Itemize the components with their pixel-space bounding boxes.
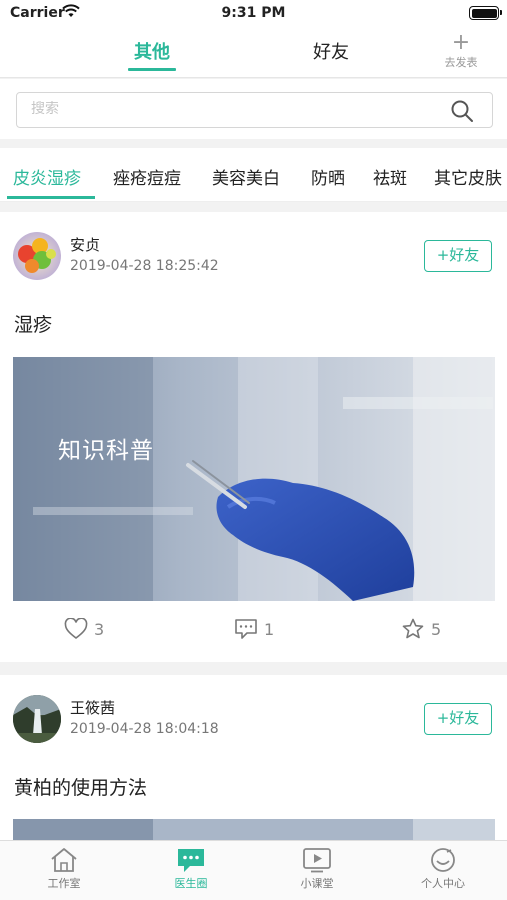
comment-icon bbox=[235, 619, 257, 639]
category-active-indicator bbox=[7, 196, 95, 199]
tab-active-indicator bbox=[128, 68, 176, 71]
add-friend-button[interactable]: +好友 bbox=[424, 703, 492, 735]
search-input[interactable] bbox=[31, 101, 431, 117]
post-card[interactable]: 王筱茜 2019-04-28 18:04:18 +好友 黄柏的使用方法 bbox=[0, 675, 507, 849]
tab-studio[interactable]: 工作室 bbox=[14, 847, 114, 891]
star-icon bbox=[402, 618, 424, 639]
category-dermatitis[interactable]: 皮炎湿疹 bbox=[13, 164, 81, 189]
post-card[interactable]: 安贞 2019-04-28 18:25:42 +好友 湿疹 知识科普 3 1 5 bbox=[0, 212, 507, 662]
search-bar bbox=[0, 79, 507, 139]
comment-button[interactable]: 1 bbox=[234, 618, 274, 640]
tab-friends-label: 好友 bbox=[313, 42, 349, 63]
post-button[interactable]: + 去发表 bbox=[439, 30, 483, 70]
avatar[interactable] bbox=[13, 695, 61, 743]
tab-doctor-circle-label: 医生圈 bbox=[174, 877, 208, 890]
bottom-tab-bar: 工作室 医生圈 小课堂 个人中心 bbox=[0, 840, 507, 900]
add-friend-button[interactable]: +好友 bbox=[424, 240, 492, 272]
avatar[interactable] bbox=[13, 232, 61, 280]
post-cover-image[interactable]: 知识科普 bbox=[13, 357, 495, 601]
category-freckle[interactable]: 祛斑 bbox=[373, 164, 407, 189]
post-button-label: 去发表 bbox=[444, 56, 478, 69]
search-box bbox=[16, 92, 493, 128]
tab-profile-label: 个人中心 bbox=[421, 877, 465, 890]
category-tabs: 皮炎湿疹 痤疮痘痘 美容美白 防晒 祛斑 其它皮肤 bbox=[0, 148, 507, 202]
post-time: 2019-04-28 18:25:42 bbox=[70, 258, 219, 274]
comment-count: 1 bbox=[264, 619, 275, 639]
tab-other-label: 其他 bbox=[134, 42, 170, 63]
clock: 9:31 PM bbox=[221, 5, 286, 21]
like-button[interactable]: 3 bbox=[64, 618, 104, 640]
cover-caption: 知识科普 bbox=[58, 438, 154, 464]
plus-icon: + bbox=[451, 30, 471, 55]
tab-friends[interactable]: 好友 bbox=[291, 38, 371, 64]
video-play-icon bbox=[303, 848, 331, 873]
category-other-skin[interactable]: 其它皮肤 bbox=[434, 164, 502, 189]
top-tab-bar: 其他 好友 + 去发表 bbox=[0, 30, 507, 78]
post-title[interactable]: 黄柏的使用方法 bbox=[14, 773, 147, 800]
post-time: 2019-04-28 18:04:18 bbox=[70, 721, 219, 737]
heart-icon bbox=[64, 618, 88, 640]
category-sunscreen[interactable]: 防晒 bbox=[311, 164, 345, 189]
tab-classroom-label: 小课堂 bbox=[300, 877, 334, 890]
post-author[interactable]: 安贞 bbox=[70, 234, 100, 255]
tab-studio-label: 工作室 bbox=[47, 877, 81, 890]
category-beauty[interactable]: 美容美白 bbox=[212, 164, 280, 189]
post-title[interactable]: 湿疹 bbox=[14, 310, 52, 337]
tab-other[interactable]: 其他 bbox=[112, 38, 192, 71]
post-actions: 3 1 5 bbox=[0, 616, 507, 646]
search-icon[interactable] bbox=[450, 99, 474, 123]
tab-doctor-circle[interactable]: 医生圈 bbox=[141, 847, 241, 891]
post-author[interactable]: 王筱茜 bbox=[70, 697, 115, 718]
battery-icon bbox=[469, 6, 502, 20]
favorite-button[interactable]: 5 bbox=[401, 618, 441, 640]
smile-icon bbox=[431, 848, 455, 872]
tab-profile[interactable]: 个人中心 bbox=[393, 847, 493, 891]
category-acne[interactable]: 痤疮痘痘 bbox=[113, 164, 181, 189]
status-bar: Carrier 9:31 PM bbox=[0, 0, 507, 30]
home-icon bbox=[51, 848, 77, 872]
favorite-count: 5 bbox=[431, 619, 442, 639]
chat-bubble-icon bbox=[178, 849, 204, 872]
tab-classroom[interactable]: 小课堂 bbox=[267, 847, 367, 891]
like-count: 3 bbox=[94, 619, 105, 639]
